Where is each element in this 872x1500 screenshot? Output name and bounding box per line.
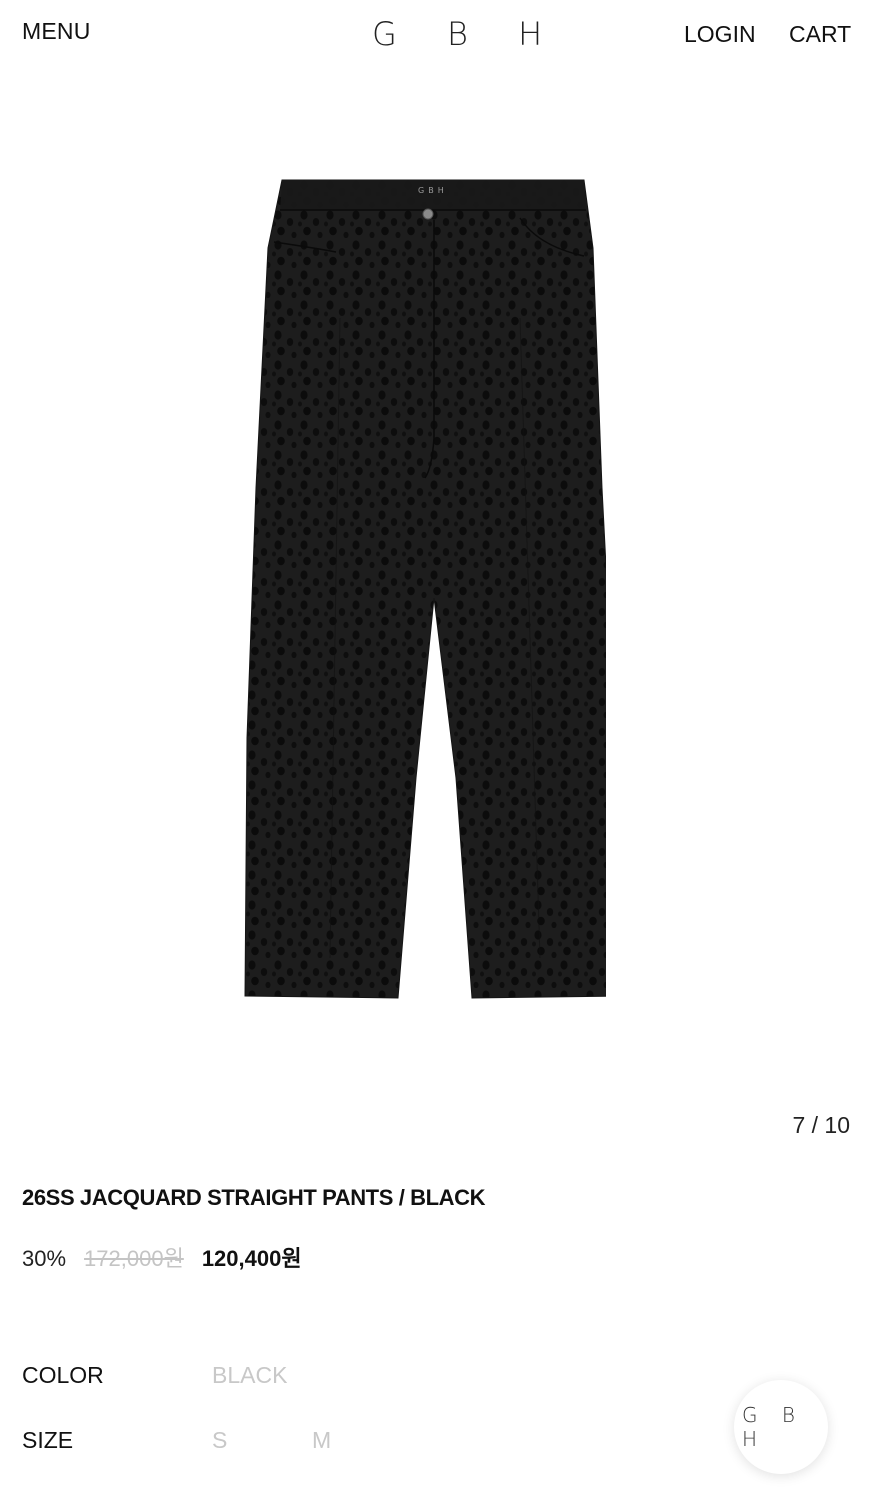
site-header: MENU G B H LOGIN CART — [0, 0, 872, 70]
color-label: COLOR — [22, 1362, 104, 1388]
brand-floating-button[interactable]: G B H — [734, 1380, 828, 1474]
image-counter: 7 / 10 — [792, 1112, 850, 1138]
size-option-s[interactable]: S — [212, 1427, 227, 1454]
brand-logo[interactable]: G B H — [372, 15, 562, 53]
color-option-black[interactable]: BLACK — [212, 1362, 287, 1389]
size-option-m[interactable]: M — [312, 1427, 331, 1454]
product-title: 26SS JACQUARD STRAIGHT PANTS / BLACK — [22, 1185, 486, 1210]
cart-link[interactable]: CART — [789, 21, 851, 48]
login-link[interactable]: LOGIN — [684, 21, 756, 48]
discount-rate: 30% — [22, 1246, 67, 1271]
waistband-label: GBH — [418, 186, 448, 195]
size-label: SIZE — [22, 1427, 74, 1453]
menu-button[interactable]: MENU — [22, 18, 91, 45]
product-photo[interactable]: GBH — [220, 178, 606, 1004]
sale-price: 120,400원 — [201, 1246, 302, 1271]
original-price: 172,000원 — [84, 1246, 184, 1271]
price-row: 30% 172,000원 120,400원 — [22, 1241, 302, 1273]
